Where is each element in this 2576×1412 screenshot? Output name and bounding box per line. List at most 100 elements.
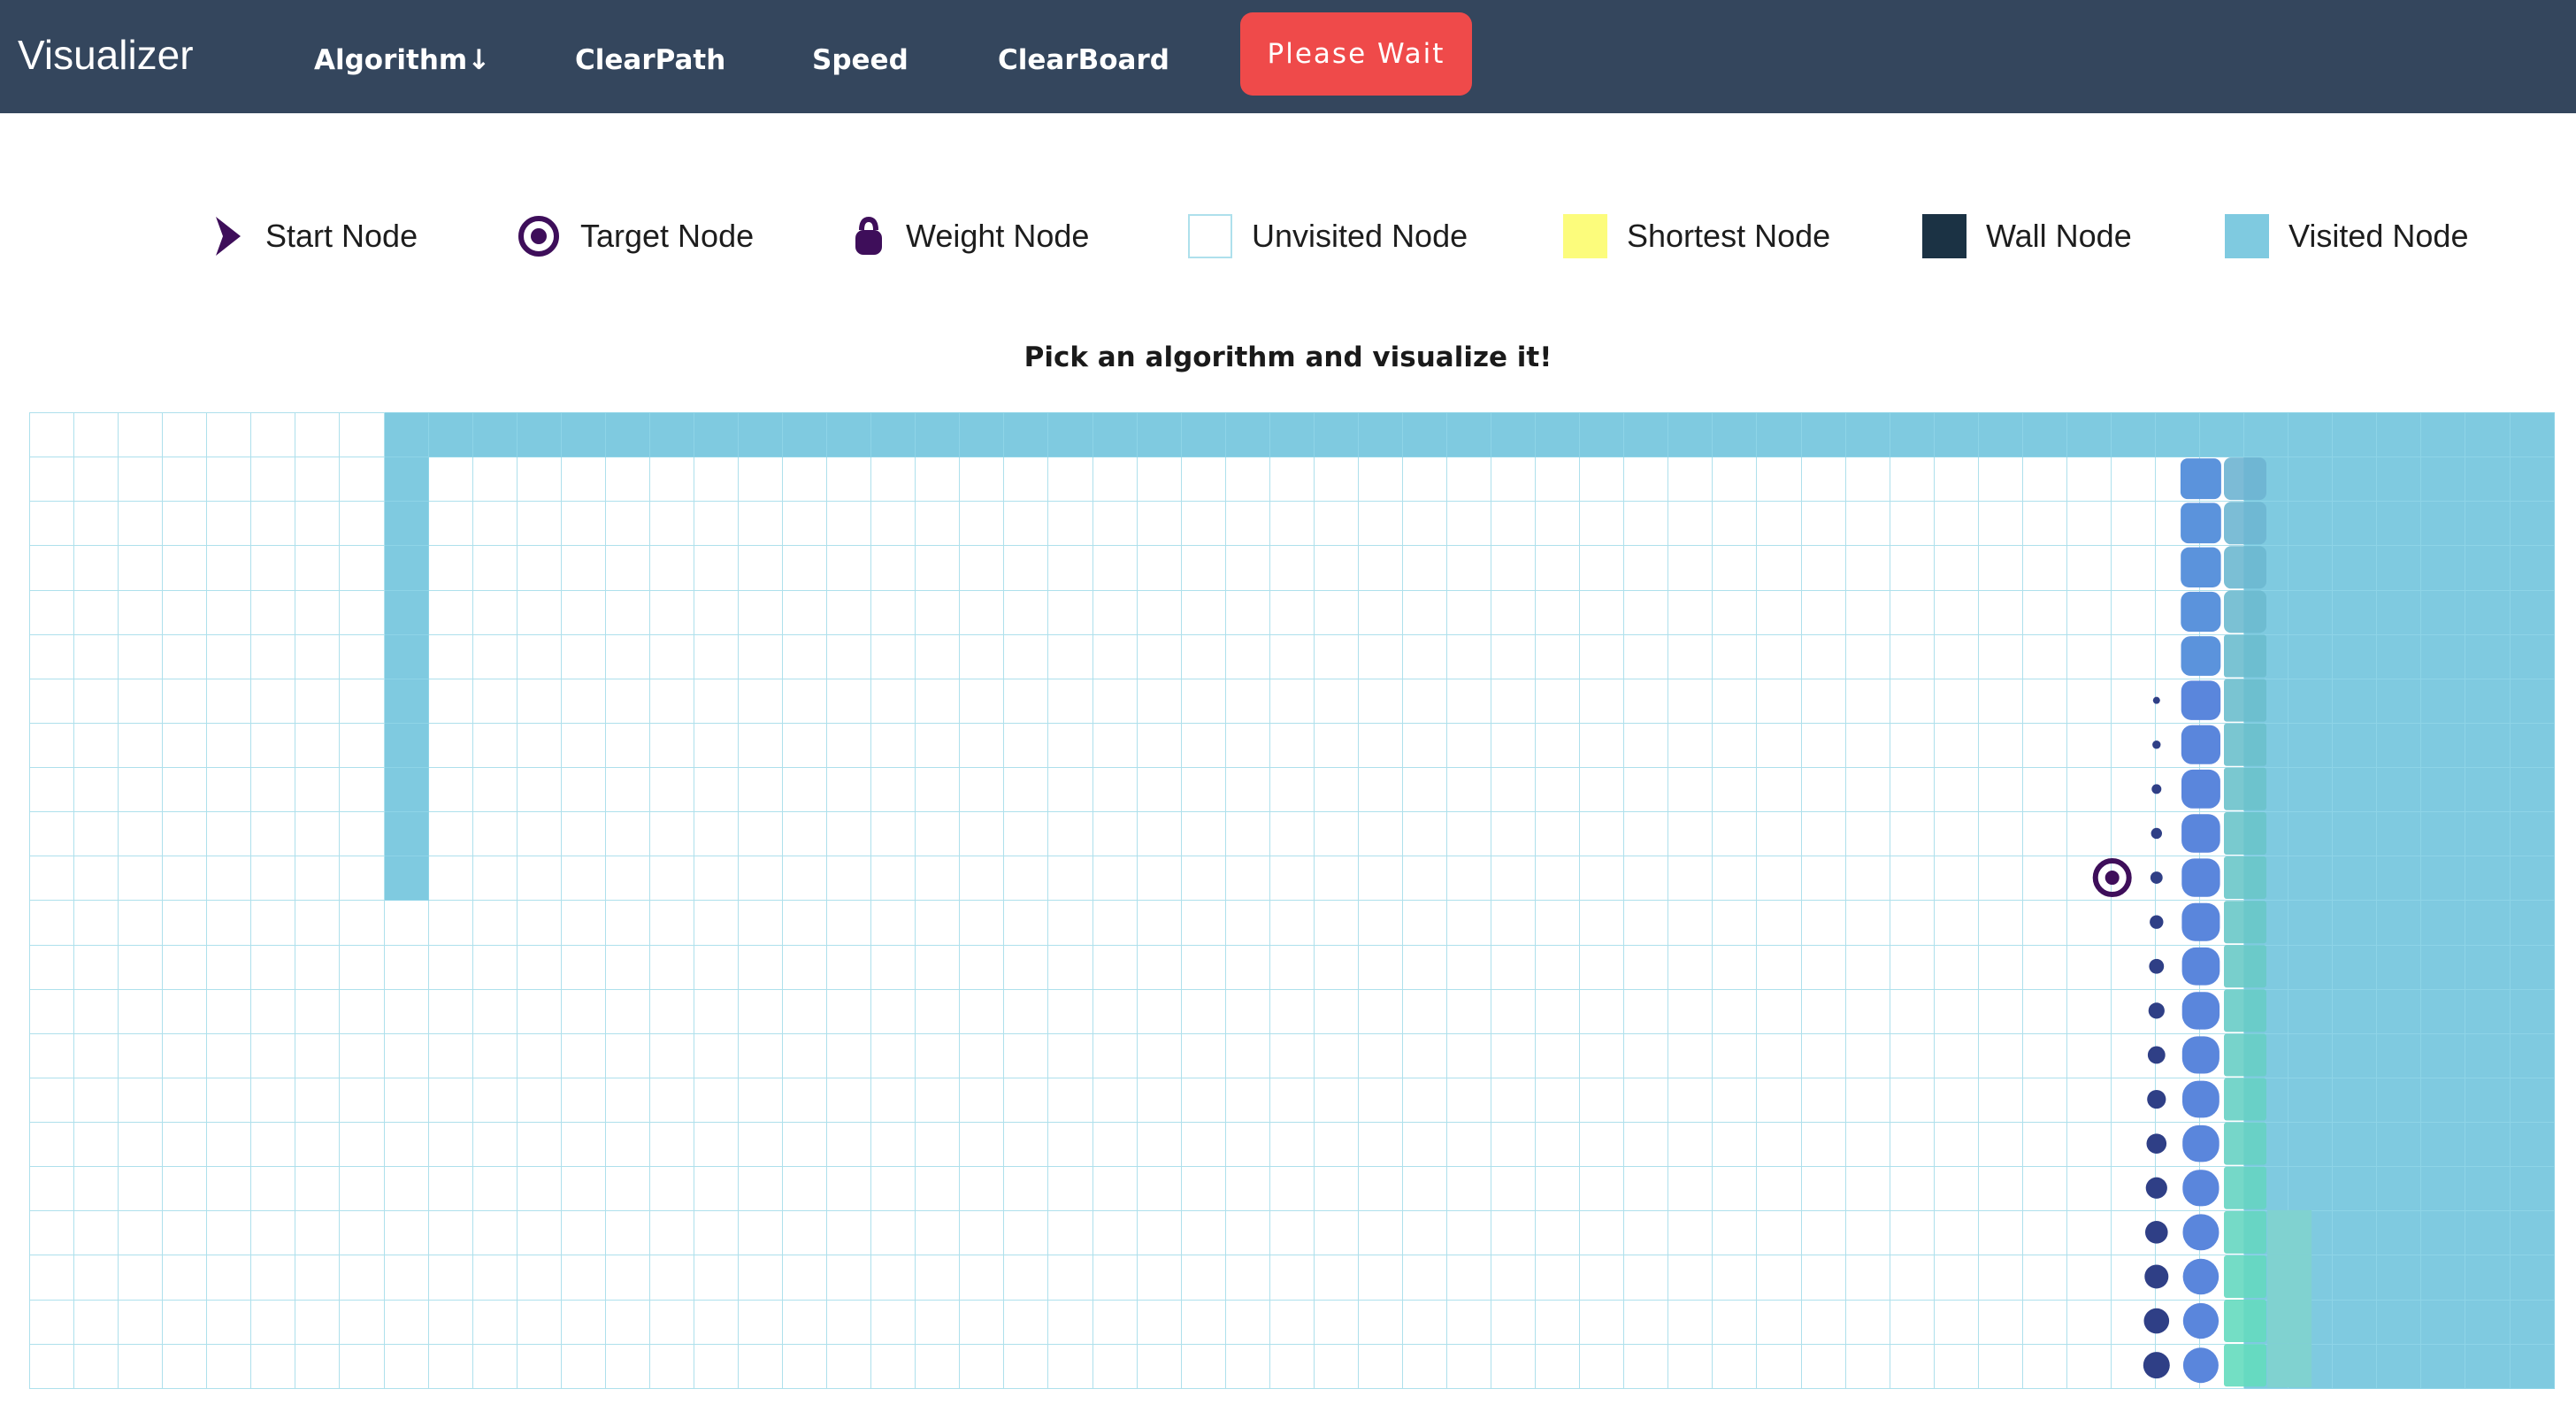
- grid-cell[interactable]: [2066, 1077, 2112, 1124]
- grid-cell[interactable]: [1003, 988, 1049, 1034]
- grid-cell[interactable]: [1712, 1166, 1758, 1212]
- grid-cell[interactable]: [1668, 589, 1714, 635]
- grid-cell[interactable]: [648, 633, 694, 679]
- grid-cell[interactable]: [1313, 856, 1359, 902]
- grid-cell[interactable]: [1800, 856, 1846, 902]
- grid-cell[interactable]: [516, 501, 562, 547]
- grid-cell[interactable]: [2376, 1032, 2422, 1078]
- grid-cell[interactable]: [427, 1166, 473, 1212]
- grid-cell[interactable]: [472, 1255, 518, 1301]
- grid-cell[interactable]: [1933, 1121, 1979, 1168]
- grid-cell[interactable]: [826, 457, 872, 503]
- grid-cell[interactable]: [1269, 900, 1315, 946]
- grid-cell[interactable]: [915, 633, 961, 679]
- grid-cell[interactable]: [516, 1121, 562, 1168]
- grid-cell[interactable]: [516, 1255, 562, 1301]
- grid-cell[interactable]: [2420, 1166, 2466, 1212]
- grid-cell[interactable]: [2021, 1255, 2067, 1301]
- grid-cell[interactable]: [162, 678, 208, 724]
- grid-cell[interactable]: [1401, 457, 1448, 503]
- grid-cell[interactable]: [2021, 411, 2067, 458]
- grid-cell[interactable]: [959, 545, 1005, 591]
- grid-cell[interactable]: [28, 457, 75, 503]
- grid-cell[interactable]: [28, 1166, 75, 1212]
- grid-cell[interactable]: [959, 1166, 1005, 1212]
- grid-cell[interactable]: [516, 1343, 562, 1390]
- grid-cell[interactable]: [1357, 1299, 1403, 1345]
- grid-cell[interactable]: [1092, 1255, 1138, 1301]
- grid-cell[interactable]: [1003, 944, 1049, 990]
- grid-cell[interactable]: [2420, 457, 2466, 503]
- grid-cell[interactable]: [2332, 766, 2378, 813]
- grid-cell[interactable]: [782, 678, 828, 724]
- grid-cell[interactable]: [870, 766, 916, 813]
- grid-cell[interactable]: [737, 856, 784, 902]
- grid-cell[interactable]: [73, 589, 119, 635]
- grid-cell[interactable]: [1357, 1032, 1403, 1078]
- grid-cell[interactable]: [2288, 944, 2334, 990]
- grid-cell[interactable]: [2465, 944, 2511, 990]
- grid-cell[interactable]: [2199, 1343, 2245, 1390]
- grid-cell[interactable]: [1491, 633, 1537, 679]
- grid-cell[interactable]: [295, 722, 341, 769]
- grid-cell[interactable]: [1889, 1166, 1935, 1212]
- grid-cell[interactable]: [118, 900, 164, 946]
- grid-cell[interactable]: [959, 856, 1005, 902]
- grid-cell[interactable]: [693, 1032, 740, 1078]
- grid-cell[interactable]: [2288, 589, 2334, 635]
- grid-cell[interactable]: [826, 1166, 872, 1212]
- grid-cell[interactable]: [782, 1121, 828, 1168]
- grid-cell[interactable]: [28, 944, 75, 990]
- grid-cell[interactable]: [1313, 988, 1359, 1034]
- grid-cell[interactable]: [915, 722, 961, 769]
- grid-cell[interactable]: [1092, 633, 1138, 679]
- grid-cell[interactable]: [870, 811, 916, 857]
- grid-cell[interactable]: [2420, 589, 2466, 635]
- grid-cell[interactable]: [73, 1299, 119, 1345]
- grid-cell[interactable]: [2066, 633, 2112, 679]
- grid-cell[interactable]: [1445, 633, 1492, 679]
- grid-cell[interactable]: [1092, 457, 1138, 503]
- grid-cell[interactable]: [1491, 1166, 1537, 1212]
- grid-cell[interactable]: [28, 856, 75, 902]
- grid-cell[interactable]: [2199, 1299, 2245, 1345]
- grid-cell[interactable]: [472, 1343, 518, 1390]
- grid-cell[interactable]: [1712, 811, 1758, 857]
- grid-cell[interactable]: [295, 1077, 341, 1124]
- grid-cell[interactable]: [2465, 1210, 2511, 1256]
- grid-cell[interactable]: [1889, 1077, 1935, 1124]
- grid-cell[interactable]: [1401, 900, 1448, 946]
- grid-cell[interactable]: [1844, 633, 1890, 679]
- grid-cell[interactable]: [1313, 1166, 1359, 1212]
- grid-cell[interactable]: [516, 900, 562, 946]
- grid-cell[interactable]: [2021, 678, 2067, 724]
- grid-cell[interactable]: [2243, 678, 2289, 724]
- grid-cell[interactable]: [870, 988, 916, 1034]
- grid-cell[interactable]: [1889, 856, 1935, 902]
- grid-cell[interactable]: [339, 988, 385, 1034]
- grid-cell[interactable]: [2243, 411, 2289, 458]
- grid-cell[interactable]: [1313, 1343, 1359, 1390]
- grid-cell[interactable]: [1977, 545, 2023, 591]
- grid-cell[interactable]: [2509, 457, 2555, 503]
- grid-cell[interactable]: [1313, 811, 1359, 857]
- grid-cell[interactable]: [2243, 633, 2289, 679]
- grid-cell[interactable]: [427, 545, 473, 591]
- grid-cell[interactable]: [2243, 856, 2289, 902]
- grid-cell[interactable]: [73, 1077, 119, 1124]
- grid-cell[interactable]: [1445, 1343, 1492, 1390]
- grid-cell[interactable]: [1579, 589, 1625, 635]
- grid-cell[interactable]: [1180, 811, 1226, 857]
- grid-cell[interactable]: [2332, 1255, 2378, 1301]
- grid-cell[interactable]: [693, 457, 740, 503]
- grid-cell[interactable]: [1756, 411, 1802, 458]
- grid-cell[interactable]: [1047, 411, 1093, 458]
- grid-cell[interactable]: [1224, 1343, 1270, 1390]
- grid-cell[interactable]: [2420, 1032, 2466, 1078]
- grid-cell[interactable]: [206, 1077, 252, 1124]
- grid-cell[interactable]: [1491, 900, 1537, 946]
- grid-cell[interactable]: [560, 1343, 606, 1390]
- grid-cell[interactable]: [782, 856, 828, 902]
- grid-cell[interactable]: [604, 1121, 650, 1168]
- grid-cell[interactable]: [1579, 1032, 1625, 1078]
